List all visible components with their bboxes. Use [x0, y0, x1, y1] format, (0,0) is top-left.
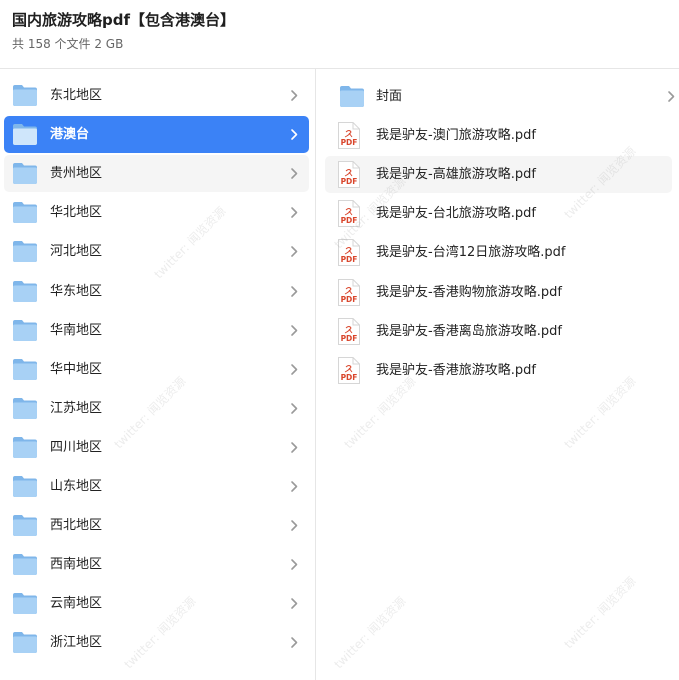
file-row[interactable]: PDF 我是驴友-澳门旅游攻略.pdf — [325, 117, 672, 154]
pdf-badge-text: PDF — [341, 177, 358, 186]
folder-icon — [13, 515, 37, 537]
pdf-file-icon: PDF — [338, 200, 360, 228]
folder-row[interactable]: 四川地区 — [4, 429, 309, 466]
folder-row[interactable]: 浙江地区 — [4, 624, 309, 661]
file-row[interactable]: PDF 我是驴友-台湾12日旅游攻略.pdf — [325, 234, 672, 271]
folder-label: 江苏地区 — [50, 400, 103, 416]
file-browser-window: 国内旅游攻略pdf【包含港澳台】 共 158 个文件 2 GB 东北地区港澳台贵… — [0, 0, 679, 680]
pdf-badge-text: PDF — [341, 334, 358, 343]
folder-icon — [13, 124, 37, 146]
folder-label: 四川地区 — [50, 439, 103, 455]
file-row[interactable]: PDF 我是驴友-香港离岛旅游攻略.pdf — [325, 313, 672, 350]
folder-label: 封面 — [376, 89, 403, 104]
folder-row[interactable]: 山东地区 — [4, 468, 309, 505]
file-row[interactable]: PDF 我是驴友-高雄旅游攻略.pdf — [325, 156, 672, 194]
chevron-right-icon — [291, 363, 298, 375]
folder-icon — [13, 436, 37, 458]
pdf-file-icon: PDF — [338, 278, 360, 306]
chevron-right-icon — [291, 246, 298, 258]
chevron-right-icon — [291, 442, 298, 453]
chevron-right-icon — [291, 402, 298, 414]
pdf-badge-text: PDF — [341, 295, 358, 304]
file-row[interactable]: PDF 我是驴友-香港购物旅游攻略.pdf — [325, 274, 672, 311]
folder-icon — [13, 632, 37, 654]
folder-icon — [13, 593, 37, 615]
folder-row[interactable]: 华北地区 — [4, 194, 309, 231]
chevron-right-icon — [291, 168, 298, 179]
chevron-right-icon — [291, 285, 298, 297]
pdf-badge-text: PDF — [341, 255, 358, 264]
pdf-badge-text: PDF — [341, 216, 358, 225]
folder-icon — [13, 397, 37, 419]
folder-icon — [13, 163, 37, 185]
folder-icon — [13, 319, 37, 341]
folder-icon — [340, 86, 364, 107]
chevron-right-icon — [668, 91, 675, 102]
folder-label: 华南地区 — [50, 322, 103, 338]
folder-icon — [13, 476, 37, 497]
chevron-right-icon — [291, 129, 298, 140]
file-row[interactable]: PDF 我是驴友-香港旅游攻略.pdf — [325, 352, 672, 389]
folder-label: 云南地区 — [50, 596, 103, 612]
folder-row[interactable]: 河北地区 — [4, 233, 309, 270]
folder-label: 华东地区 — [50, 283, 103, 299]
folder-row[interactable]: 贵州地区 — [4, 155, 309, 193]
pdf-file-icon: PDF — [338, 239, 360, 267]
folder-icon — [13, 280, 37, 302]
file-row[interactable]: PDF 我是驴友-台北旅游攻略.pdf — [325, 195, 672, 232]
folder-icon — [13, 202, 37, 224]
chevron-right-icon — [291, 324, 298, 336]
pdf-badge-text: PDF — [341, 373, 358, 382]
folder-label: 西南地区 — [50, 557, 103, 573]
file-name: 我是驴友-台湾12日旅游攻略.pdf — [376, 245, 566, 261]
header: 国内旅游攻略pdf【包含港澳台】 共 158 个文件 2 GB — [0, 0, 679, 69]
file-name: 我是驴友-高雄旅游攻略.pdf — [376, 167, 536, 183]
folder-label: 贵州地区 — [50, 166, 103, 182]
folder-row[interactable]: 港澳台 — [4, 116, 309, 154]
folder-row[interactable]: 东北地区 — [4, 77, 309, 114]
pdf-file-icon: PDF — [338, 356, 360, 384]
chevron-right-icon — [291, 90, 298, 101]
folder-row[interactable]: 华中地区 — [4, 351, 309, 388]
folder-label: 东北地区 — [50, 88, 103, 103]
chevron-right-icon — [291, 559, 298, 570]
file-count-summary: 共 158 个文件 2 GB — [12, 37, 124, 51]
chevron-right-icon — [291, 207, 298, 219]
chevron-right-icon — [291, 520, 298, 531]
folder-icon — [13, 554, 37, 576]
chevron-right-icon — [291, 637, 298, 649]
file-name: 我是驴友-香港旅游攻略.pdf — [376, 362, 536, 378]
page-title: 国内旅游攻略pdf【包含港澳台】 — [12, 11, 236, 29]
folder-label: 河北地区 — [50, 244, 103, 260]
folder-row[interactable]: 云南地区 — [4, 585, 309, 622]
folder-label: 浙江地区 — [50, 635, 103, 651]
pdf-file-icon: PDF — [338, 122, 360, 150]
folder-row[interactable]: 华南地区 — [4, 312, 309, 349]
file-name: 我是驴友-香港离岛旅游攻略.pdf — [376, 323, 562, 339]
file-name: 我是驴友-台北旅游攻略.pdf — [376, 206, 536, 222]
folder-label: 华北地区 — [50, 205, 103, 221]
folder-list-pane[interactable]: 东北地区港澳台贵州地区华北地区河北地区华东地区华南地区华中地区江苏地区四川地区山… — [0, 69, 316, 680]
chevron-right-icon — [291, 481, 298, 492]
folder-label: 西北地区 — [50, 518, 103, 534]
folder-row[interactable]: 西南地区 — [4, 546, 309, 583]
folder-row[interactable]: 江苏地区 — [4, 390, 309, 427]
pdf-file-icon: PDF — [338, 317, 360, 345]
file-list-pane[interactable]: 封面 PDF 我是驴友-澳门旅游攻略.pdf PDF 我是驴友-高雄旅游攻略.pdf PD… — [317, 69, 679, 680]
folder-label: 华中地区 — [50, 361, 103, 377]
folder-icon — [13, 358, 37, 380]
folder-label: 山东地区 — [50, 479, 103, 494]
file-name: 我是驴友-澳门旅游攻略.pdf — [376, 128, 536, 144]
folder-icon — [13, 241, 37, 263]
folder-row[interactable]: 西北地区 — [4, 507, 309, 544]
pdf-badge-text: PDF — [341, 138, 358, 147]
pdf-file-icon: PDF — [338, 161, 360, 189]
folder-icon — [13, 85, 37, 106]
chevron-right-icon — [291, 598, 298, 610]
file-name: 我是驴友-香港购物旅游攻略.pdf — [376, 284, 562, 300]
folder-label: 港澳台 — [50, 127, 90, 143]
folder-row[interactable]: 华东地区 — [4, 273, 309, 310]
folder-row[interactable]: 封面 — [325, 78, 675, 115]
